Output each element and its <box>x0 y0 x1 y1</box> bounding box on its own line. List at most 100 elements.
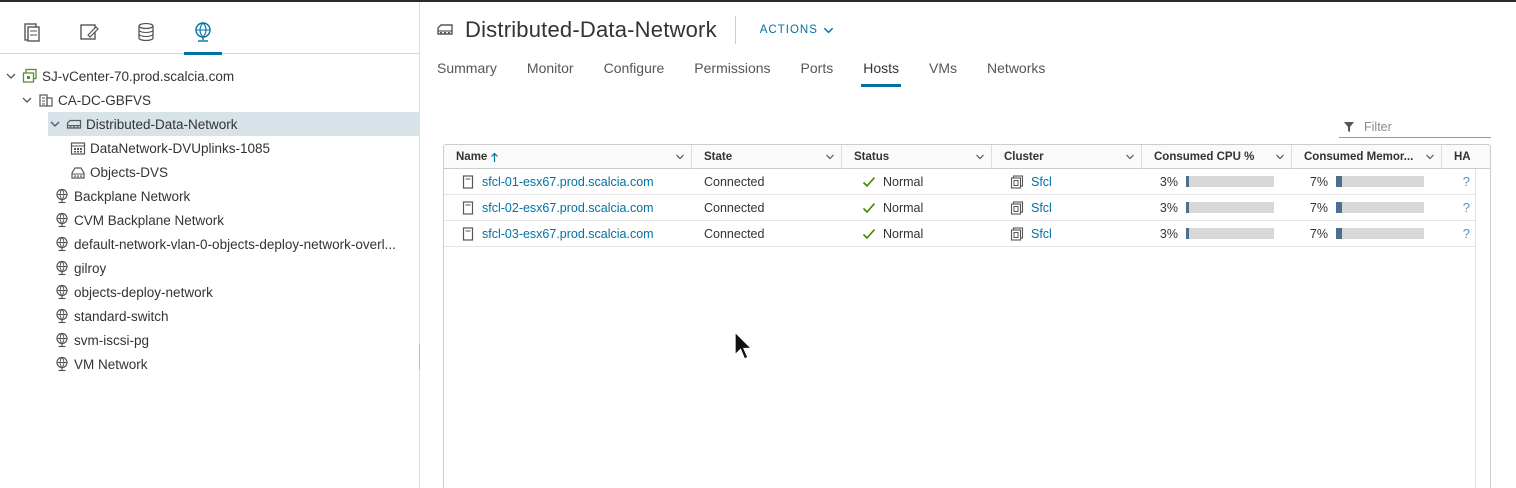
tree-node[interactable]: VM Network <box>0 352 420 376</box>
tree-node-label: svm-iscsi-pg <box>74 332 150 348</box>
host-icon <box>462 226 474 241</box>
cell-memory: 7% <box>1292 221 1442 247</box>
tab-networks[interactable]: Networks <box>987 58 1045 86</box>
tree-caret-spacer <box>36 261 50 275</box>
host-name-link[interactable]: sfcl-01-esx67.prod.scalcia.com <box>482 175 654 189</box>
memory-usage-bar <box>1336 176 1424 187</box>
tree-node-label: SJ-vCenter-70.prod.scalcia.com <box>42 68 235 84</box>
memory-usage-bar-fill <box>1336 228 1343 239</box>
network-icon <box>54 332 70 348</box>
hosts-datagrid: Name State Status Cluster Consumed CPU % Cons… <box>443 144 1491 488</box>
table-row[interactable]: sfcl-01-esx67.prod.scalcia.com Connected N… <box>444 169 1490 195</box>
filter-input[interactable] <box>1364 119 1484 134</box>
cpu-percent-text: 3% <box>1159 174 1178 189</box>
host-name-link[interactable]: sfcl-02-esx67.prod.scalcia.com <box>482 201 654 215</box>
column-header-consumed-memor[interactable]: Consumed Memor... <box>1292 145 1442 169</box>
column-header-ha[interactable]: HA <box>1442 145 1476 169</box>
cell-cluster: Sfcl <box>992 221 1142 247</box>
tree-node[interactable]: Distributed-Data-Network <box>48 112 420 136</box>
ha-unknown-icon[interactable]: ? <box>1463 226 1470 241</box>
column-menu-chevron-icon[interactable] <box>1125 152 1135 162</box>
cluster-link[interactable]: Sfcl <box>1031 175 1052 189</box>
host-name-link[interactable]: sfcl-03-esx67.prod.scalcia.com <box>482 227 654 241</box>
host-icon <box>462 200 474 215</box>
datagrid-vertical-scrollbar[interactable] <box>1475 169 1490 488</box>
tab-summary[interactable]: Summary <box>437 58 497 86</box>
cell-cluster: Sfcl <box>992 169 1142 195</box>
column-header-name[interactable]: Name <box>444 145 692 169</box>
actions-label: ACTIONS <box>759 24 818 36</box>
main-content: Distributed-Data-Network ACTIONS Summary… <box>421 2 1516 488</box>
tab-monitor[interactable]: Monitor <box>527 58 574 86</box>
status-text: Normal <box>883 226 924 241</box>
cpu-usage-bar <box>1186 228 1274 239</box>
tree-node[interactable]: default-network-vlan-0-objects-deploy-ne… <box>0 232 420 256</box>
tab-hosts[interactable]: Hosts <box>861 58 901 87</box>
tree-node-label: standard-switch <box>74 308 169 324</box>
table-row[interactable]: sfcl-03-esx67.prod.scalcia.com Connected N… <box>444 221 1490 247</box>
column-header-consumed-cpu[interactable]: Consumed CPU % <box>1142 145 1292 169</box>
network-icon <box>54 212 70 228</box>
cell-state: Connected <box>692 169 842 195</box>
column-menu-chevron-icon[interactable] <box>1425 152 1435 162</box>
host-icon <box>462 174 474 189</box>
column-menu-chevron-icon[interactable] <box>1275 152 1285 162</box>
filter-box <box>1339 116 1491 138</box>
column-header-label: Name <box>456 151 488 163</box>
cluster-link[interactable]: Sfcl <box>1031 201 1052 215</box>
vms-and-templates-tab[interactable] <box>75 18 103 46</box>
tree-node[interactable]: Backplane Network <box>0 184 420 208</box>
memory-usage-bar <box>1336 228 1424 239</box>
chevron-down-icon[interactable] <box>4 69 18 83</box>
cell-name: sfcl-03-esx67.prod.scalcia.com <box>444 221 692 247</box>
cell-status: Normal <box>842 195 992 221</box>
storage-tab[interactable] <box>132 18 160 46</box>
cell-state: Connected <box>692 195 842 221</box>
tab-permissions[interactable]: Permissions <box>694 58 770 86</box>
cluster-link[interactable]: Sfcl <box>1031 227 1052 241</box>
tree-node[interactable]: SJ-vCenter-70.prod.scalcia.com <box>0 64 420 88</box>
tree-node-label: Distributed-Data-Network <box>86 116 238 132</box>
column-menu-chevron-icon[interactable] <box>825 152 835 162</box>
cpu-usage-bar <box>1186 176 1274 187</box>
column-menu-chevron-icon[interactable] <box>675 152 685 162</box>
table-row[interactable]: sfcl-02-esx67.prod.scalcia.com Connected N… <box>444 195 1490 221</box>
cpu-usage-bar <box>1186 202 1274 213</box>
tree-node[interactable]: CVM Backplane Network <box>0 208 420 232</box>
actions-menu-button[interactable]: ACTIONS <box>760 24 844 36</box>
tree-node[interactable]: gilroy <box>0 256 420 280</box>
state-text: Connected <box>704 226 765 241</box>
column-header-label: Cluster <box>1004 151 1044 163</box>
tree-node[interactable]: objects-deploy-network <box>0 280 420 304</box>
uplink-portgroup-icon <box>70 140 86 156</box>
tree-node[interactable]: CA-DC-GBFVS <box>0 88 420 112</box>
tree-node[interactable]: standard-switch <box>0 304 420 328</box>
page-title: Distributed-Data-Network <box>465 17 717 42</box>
column-header-label: Consumed CPU % <box>1154 151 1255 163</box>
chevron-down-icon[interactable] <box>48 117 62 131</box>
tree-caret-spacer <box>52 165 66 179</box>
cell-memory: 7% <box>1292 195 1442 221</box>
ha-unknown-icon[interactable]: ? <box>1463 200 1470 215</box>
ha-unknown-icon[interactable]: ? <box>1463 174 1470 189</box>
tree-caret-spacer <box>36 285 50 299</box>
column-header-status[interactable]: Status <box>842 145 992 169</box>
tree-node[interactable]: Objects-DVS <box>0 160 420 184</box>
tab-ports[interactable]: Ports <box>801 58 834 86</box>
networking-tab[interactable] <box>184 18 222 55</box>
network-icon <box>54 260 70 276</box>
hosts-and-clusters-tab[interactable] <box>18 18 46 46</box>
tab-vms[interactable]: VMs <box>929 58 957 86</box>
tree-node-label: Backplane Network <box>74 188 191 204</box>
column-header-cluster[interactable]: Cluster <box>992 145 1142 169</box>
distributed-switch-icon <box>66 116 82 132</box>
column-header-state[interactable]: State <box>692 145 842 169</box>
tree-node[interactable]: DataNetwork-DVUplinks-1085 <box>0 136 420 160</box>
tree-node[interactable]: svm-iscsi-pg <box>0 328 420 352</box>
cell-ha: ? <box>1442 195 1476 221</box>
vcenter-icon <box>22 68 38 84</box>
column-menu-chevron-icon[interactable] <box>975 152 985 162</box>
tab-configure[interactable]: Configure <box>604 58 665 86</box>
network-icon <box>54 284 70 300</box>
chevron-down-icon[interactable] <box>20 93 34 107</box>
